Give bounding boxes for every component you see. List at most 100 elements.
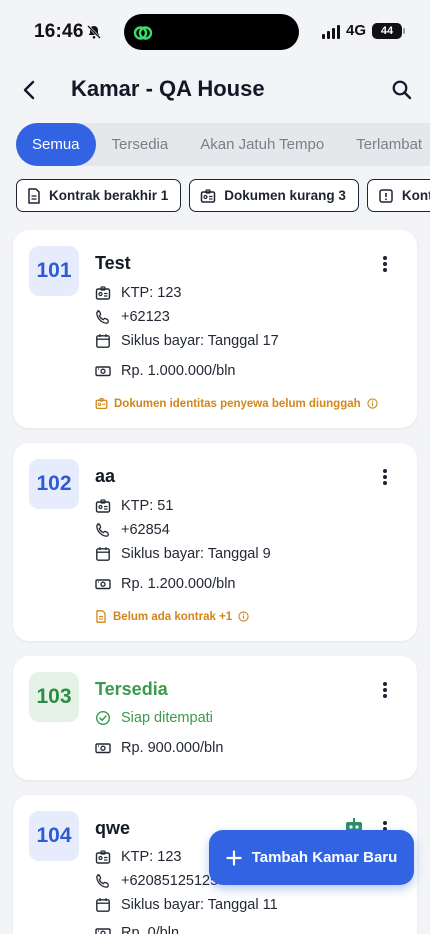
status-time: 16:46 <box>34 21 84 42</box>
price-value: Rp. 0/bln <box>121 925 180 934</box>
phone-icon <box>96 523 109 537</box>
ktp-row: KTP: 51 <box>95 498 173 514</box>
more-options-button[interactable] <box>375 254 395 274</box>
room-number: 103 <box>29 672 79 722</box>
document-warning-icon <box>96 610 106 623</box>
plus-icon <box>226 849 242 866</box>
room-card[interactable]: 101 Test KTP: 123 +62123 Siklus bayar: T… <box>13 230 417 428</box>
price-row: Rp. 1.000.000/bln <box>95 363 235 379</box>
price-value: Rp. 1.200.000/bln <box>121 576 236 592</box>
add-room-label: Tambah Kamar Baru <box>251 849 398 866</box>
search-icon <box>392 80 412 100</box>
billing-cycle-row: Siklus bayar: Tanggal 11 <box>95 897 278 913</box>
tab-terlambat[interactable]: Terlambat <box>340 123 430 166</box>
phone-row: +62854 <box>95 522 170 538</box>
check-circle-icon <box>95 710 111 726</box>
back-button[interactable] <box>16 76 44 104</box>
filter-label: Kontrak <box>401 188 430 203</box>
money-icon <box>95 928 111 934</box>
calendar-icon <box>96 334 110 348</box>
price-row: Rp. 1.200.000/bln <box>95 576 235 592</box>
more-options-button[interactable] <box>375 467 395 487</box>
room-status-title: Tersedia <box>95 679 168 699</box>
price-value: Rp. 1.000.000/bln <box>121 363 236 379</box>
ktp-row: KTP: 123 <box>95 285 181 301</box>
status-tabs: Semua Tersedia Akan Jatuh Tempo Terlamba… <box>16 123 430 166</box>
tab-semua[interactable]: Semua <box>16 123 96 166</box>
page-title: Kamar - QA House <box>71 76 265 101</box>
signal-icon <box>321 23 340 39</box>
document-icon <box>28 187 40 204</box>
kebab-menu-icon <box>383 682 387 698</box>
phone-value: +62123 <box>121 309 170 325</box>
filter-label: Dokumen kurang 3 <box>224 188 346 203</box>
id-card-icon <box>201 188 216 203</box>
app-logo-icon <box>132 22 154 49</box>
billing-cycle-value: Siklus bayar: Tanggal 17 <box>121 333 279 349</box>
filter-dokumen-kurang[interactable]: Dokumen kurang 3 <box>189 179 359 212</box>
id-card-warning-icon <box>95 398 108 410</box>
room-card[interactable]: 102 aa KTP: 51 +62854 Siklus bayar: Tang… <box>13 443 417 641</box>
phone-icon <box>96 874 109 888</box>
add-room-button[interactable]: Tambah Kamar Baru <box>209 830 414 885</box>
warning-text: Belum ada kontrak +1 <box>113 610 233 623</box>
ktp-value: KTP: 51 <box>121 498 174 514</box>
billing-cycle-value: Siklus bayar: Tanggal 9 <box>121 546 271 562</box>
price-row: Rp. 900.000/bln <box>95 740 223 756</box>
tenant-name: Test <box>95 253 131 273</box>
phone-row: +62085125125 <box>95 873 218 889</box>
id-card-icon <box>95 286 111 300</box>
room-number: 104 <box>29 811 79 861</box>
billing-cycle-row: Siklus bayar: Tanggal 9 <box>95 546 271 562</box>
billing-cycle-value: Siklus bayar: Tanggal 11 <box>121 897 278 913</box>
info-icon <box>238 611 249 622</box>
more-options-button[interactable] <box>375 680 395 700</box>
phone-value: +62854 <box>121 522 170 538</box>
ktp-value: KTP: 123 <box>121 849 182 865</box>
filter-label: Kontrak berakhir 1 <box>49 188 169 203</box>
phone-row: +62123 <box>95 309 170 325</box>
id-card-icon <box>95 499 111 513</box>
kebab-menu-icon <box>383 256 387 272</box>
tenant-name: qwe <box>95 818 131 838</box>
tenant-name: aa <box>95 466 116 486</box>
search-button[interactable] <box>388 76 416 104</box>
info-icon <box>367 398 378 409</box>
filter-chips: Kontrak berakhir 1 Dokumen kurang 3 Kont… <box>16 179 430 213</box>
availability-row: Siap ditempati <box>95 710 213 726</box>
availability-text: Siap ditempati <box>121 710 213 726</box>
tab-akan-jatuh-tempo[interactable]: Akan Jatuh Tempo <box>184 123 340 166</box>
room-number: 102 <box>29 459 79 509</box>
dynamic-island <box>124 14 299 50</box>
status-indicators: 4G 44 <box>321 22 405 39</box>
app-header: Kamar - QA House <box>0 64 430 114</box>
billing-cycle-row: Siklus bayar: Tanggal 17 <box>95 333 279 349</box>
room-card[interactable]: 103 Tersedia Siap ditempati Rp. 900.000/… <box>13 656 417 780</box>
warning-row[interactable]: Dokumen identitas penyewa belum diunggah <box>95 397 378 410</box>
phone-value: +62085125125 <box>121 873 219 889</box>
kebab-menu-icon <box>383 469 387 485</box>
warning-row[interactable]: Belum ada kontrak +1 <box>95 610 249 623</box>
battery-icon: 44 <box>372 22 405 39</box>
ktp-row: KTP: 123 <box>95 849 181 865</box>
status-bar: 16:46 4G 44 <box>0 0 430 64</box>
room-number: 101 <box>29 246 79 296</box>
alert-icon <box>379 188 393 203</box>
calendar-icon <box>96 898 110 912</box>
warning-text: Dokumen identitas penyewa belum diunggah <box>114 397 361 410</box>
money-icon <box>95 579 111 590</box>
filter-kontrak-berakhir[interactable]: Kontrak berakhir 1 <box>16 179 182 212</box>
money-icon <box>95 743 111 754</box>
price-row: Rp. 0/bln <box>95 925 179 934</box>
phone-icon <box>96 310 109 324</box>
network-label: 4G <box>345 22 366 39</box>
calendar-icon <box>96 547 110 561</box>
id-card-icon <box>95 850 111 864</box>
filter-kontrak[interactable]: Kontrak <box>366 179 430 212</box>
chevron-left-icon <box>23 80 35 100</box>
tab-tersedia[interactable]: Tersedia <box>96 123 185 166</box>
bell-off-icon <box>86 24 102 45</box>
price-value: Rp. 900.000/bln <box>121 740 224 756</box>
money-icon <box>95 366 111 377</box>
ktp-value: KTP: 123 <box>121 285 182 301</box>
